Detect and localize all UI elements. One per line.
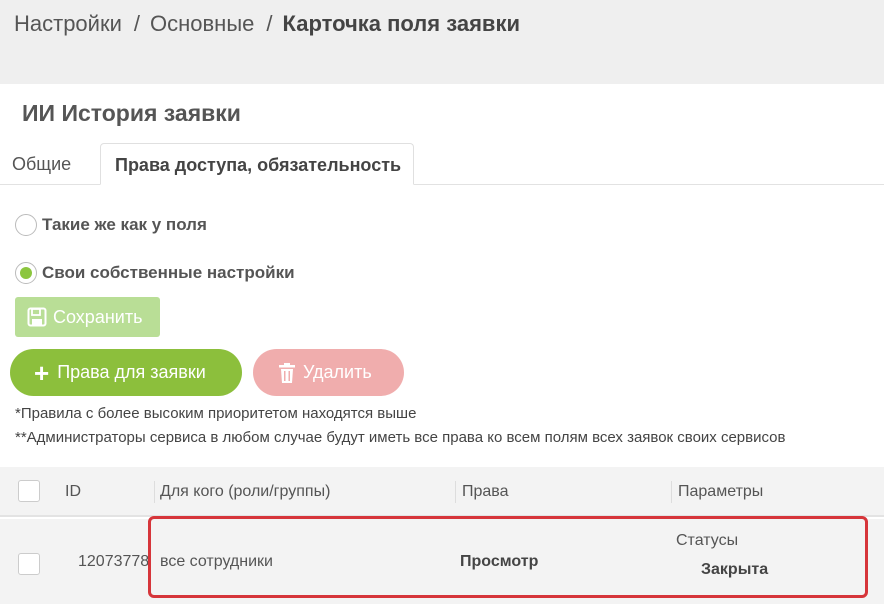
add-rights-button[interactable]: + Права для заявки (10, 349, 242, 396)
radio-same-as-field[interactable]: Такие же как у поля (15, 214, 207, 236)
row-for-whom: все сотрудники (160, 553, 273, 570)
top-bar: Настройки / Основные / Карточка поля заявки (0, 0, 884, 84)
tab-general[interactable]: Общие (12, 143, 71, 185)
column-for-whom[interactable]: Для кого (роли/группы) (160, 483, 330, 501)
column-divider (154, 481, 155, 503)
column-params[interactable]: Параметры (678, 483, 763, 501)
radio-label: Свои собственные настройки (42, 263, 295, 282)
breadcrumb-settings[interactable]: Настройки (14, 11, 122, 36)
select-all-checkbox[interactable] (18, 480, 40, 502)
radio-button[interactable] (15, 214, 37, 236)
radio-button-checked[interactable] (15, 262, 37, 284)
row-params-label: Статусы (676, 532, 739, 549)
save-button[interactable]: Сохранить (15, 297, 160, 337)
radio-label: Такие же как у поля (42, 215, 207, 234)
row-params-value: Закрыта (701, 561, 769, 578)
save-button-label: Сохранить (53, 306, 143, 327)
page-title: ИИ История заявки (22, 100, 241, 126)
column-divider (455, 481, 456, 503)
floppy-disk-icon (27, 307, 47, 327)
tab-access-rights[interactable]: Права доступа, обязательность (100, 143, 414, 185)
breadcrumb-main[interactable]: Основные (150, 11, 254, 36)
breadcrumb-current: Карточка поля заявки (282, 11, 520, 36)
table-row[interactable]: 12073778 все сотрудники Просмотр Статусы… (0, 519, 884, 604)
row-id: 12073778 (78, 553, 150, 570)
delete-button[interactable]: Удалить (253, 349, 404, 396)
admin-note: **Администраторы сервиса в любом случае … (15, 429, 786, 446)
plus-icon: + (34, 357, 50, 388)
trash-icon (279, 362, 295, 383)
column-id[interactable]: ID (65, 483, 81, 501)
add-rights-label: Права для заявки (57, 362, 206, 382)
row-checkbox[interactable] (18, 553, 40, 575)
delete-button-label: Удалить (303, 362, 372, 382)
table-header: ID Для кого (роли/группы) Права Параметр… (0, 467, 884, 517)
priority-note: *Правила с более высоким приоритетом нах… (15, 405, 417, 422)
column-rights[interactable]: Права (462, 483, 509, 501)
row-rights: Просмотр (460, 553, 539, 570)
radio-own-settings[interactable]: Свои собственные настройки (15, 262, 295, 284)
breadcrumb-separator: / (266, 11, 273, 36)
column-divider (671, 481, 672, 503)
breadcrumb: Настройки / Основные / Карточка поля заявки (14, 11, 520, 37)
breadcrumb-separator: / (133, 11, 140, 36)
